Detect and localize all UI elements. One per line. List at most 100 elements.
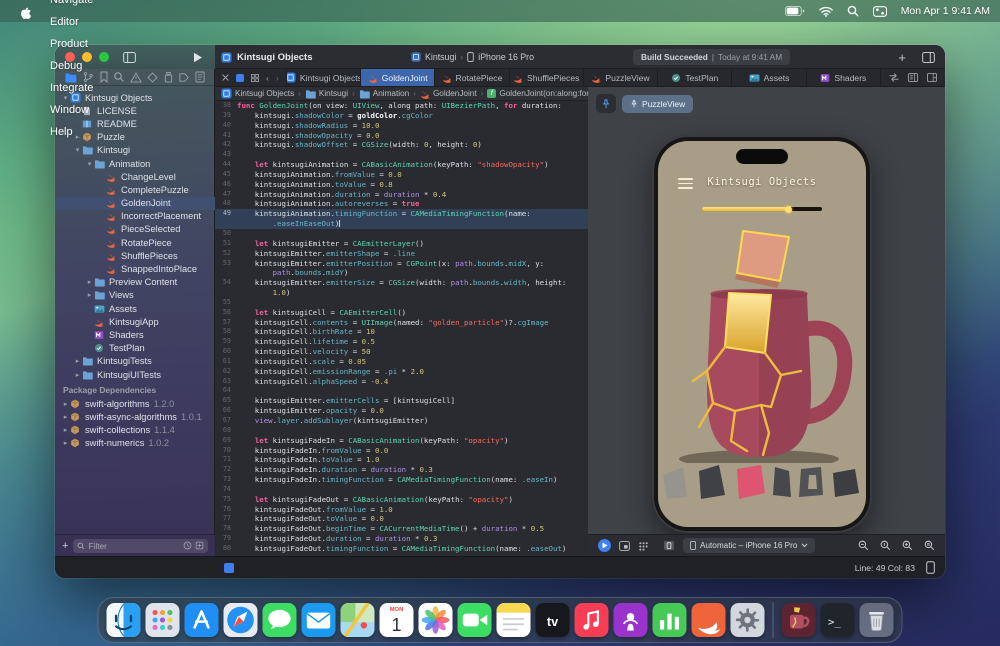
tab-shaders[interactable]: Shaders — [807, 69, 881, 86]
toggle-navigator-button[interactable] — [123, 52, 136, 63]
issues-icon[interactable] — [130, 72, 142, 83]
grid-icon[interactable] — [638, 541, 649, 551]
menu-integrate[interactable]: Integrate — [41, 77, 102, 99]
package-swift-algorithms[interactable]: ▸swift-algorithms1.2.0 — [55, 397, 215, 410]
dock-item-safari[interactable] — [224, 603, 258, 637]
disclosure-chevron[interactable]: ▸ — [85, 278, 94, 286]
battery-icon[interactable] — [785, 6, 805, 16]
disclosure-chevron[interactable]: ▸ — [73, 357, 82, 365]
apple-menu[interactable] — [10, 0, 41, 22]
spotlight-icon[interactable] — [847, 5, 859, 17]
breakpoints-toggle[interactable] — [224, 563, 234, 573]
breadcrumb-segment[interactable]: Animation — [359, 89, 409, 99]
breakpoints-icon[interactable] — [178, 72, 190, 83]
control-center-icon[interactable] — [873, 6, 887, 17]
tab-rotatepiece[interactable]: RotatePiece — [435, 69, 509, 86]
device-settings-icon[interactable] — [663, 540, 675, 551]
dock-item-podcasts[interactable] — [614, 603, 648, 637]
tree-item-completepuzzle[interactable]: CompletePuzzle — [55, 183, 215, 196]
wifi-icon[interactable] — [819, 6, 833, 17]
tree-item-snappedintoplace[interactable]: SnappedIntoPlace — [55, 262, 215, 275]
status-device-icon[interactable] — [926, 561, 935, 574]
dock-item-mail[interactable] — [302, 603, 336, 637]
tree-item-goldenjoint[interactable]: GoldenJoint — [55, 197, 215, 210]
dock-item-charts[interactable] — [653, 603, 687, 637]
dock-item-app-store[interactable] — [185, 603, 219, 637]
disclosure-chevron[interactable]: ▸ — [85, 291, 94, 299]
shard-6[interactable] — [833, 469, 859, 497]
tree-item-preview-content[interactable]: ▸Preview Content — [55, 276, 215, 289]
go-forward-button[interactable]: › — [276, 73, 279, 83]
menu-help[interactable]: Help — [41, 121, 102, 143]
jump-bar[interactable]: Kintsugi Objects›Kintsugi›Animation›Gold… — [215, 87, 588, 101]
tree-item-shaders[interactable]: Shaders — [55, 328, 215, 341]
disclosure-chevron[interactable]: ▸ — [73, 371, 82, 379]
tree-item-rotatepiece[interactable]: RotatePiece — [55, 236, 215, 249]
tree-item-incorrectplacement[interactable]: IncorrectPlacement — [55, 210, 215, 223]
tab-overview-icon[interactable] — [251, 74, 259, 82]
breadcrumb-segment[interactable]: fGoldenJoint(on:along:for:) — [487, 89, 588, 98]
pin-preview-button[interactable] — [596, 94, 616, 113]
library-button[interactable]: + — [898, 50, 906, 65]
dock-item-terminal[interactable]: >_ — [821, 603, 855, 637]
breadcrumb-segment[interactable]: Kintsugi Objects — [221, 88, 294, 99]
floating-puzzle-piece[interactable] — [735, 231, 789, 288]
tree-item-shufflepieces[interactable]: ShufflePieces — [55, 249, 215, 262]
tab-kintsugi-objects[interactable]: Kintsugi Objects — [287, 69, 361, 86]
tree-item-testplan[interactable]: TestPlan — [55, 342, 215, 355]
dock-item-photos[interactable] — [419, 603, 453, 637]
zoom-in-icon[interactable] — [902, 540, 913, 551]
activity-view[interactable]: Build Succeeded | Today at 9:41 AM — [633, 49, 790, 65]
package-swift-async-algorithms[interactable]: ▸swift-async-algorithms1.0.1 — [55, 410, 215, 423]
pinned-preview-tab[interactable]: PuzzleView — [622, 95, 693, 113]
dock-item-facetime[interactable] — [458, 603, 492, 637]
disclosure-chevron[interactable]: ▸ — [61, 400, 70, 408]
tree-item-kintsugiuitests[interactable]: ▸KintsugiUITests — [55, 368, 215, 381]
add-file-button[interactable]: + — [62, 540, 68, 552]
shard-4[interactable] — [773, 467, 791, 497]
breadcrumb-segment[interactable]: GoldenJoint — [420, 89, 477, 99]
dock-item-music[interactable] — [575, 603, 609, 637]
package-swift-collections[interactable]: ▸swift-collections1.1.4 — [55, 424, 215, 437]
tests-icon[interactable] — [147, 72, 158, 83]
tree-item-kintsugitests[interactable]: ▸KintsugiTests — [55, 355, 215, 368]
menu-window[interactable]: Window — [41, 99, 102, 121]
filter-scm-icon[interactable] — [195, 541, 204, 550]
shard-3[interactable] — [737, 465, 765, 499]
dock-item-playgrounds[interactable] — [692, 603, 726, 637]
shard-2[interactable] — [699, 465, 725, 499]
close-tab-icon[interactable] — [222, 74, 229, 81]
dock-item-trash[interactable] — [860, 603, 894, 637]
find-navigator-icon[interactable] — [113, 71, 125, 83]
dock-item-notes[interactable] — [497, 603, 531, 637]
tree-item-kintsugiapp[interactable]: KintsugiApp — [55, 315, 215, 328]
tab-goldenjoint[interactable]: GoldenJoint — [361, 69, 435, 86]
live-preview-button[interactable] — [598, 539, 611, 552]
dock-item-launchpad[interactable] — [146, 603, 180, 637]
tree-item-kintsugi[interactable]: ▾Kintsugi — [55, 144, 215, 157]
inspector-toggle-icon[interactable] — [922, 52, 935, 63]
dock-item-settings[interactable] — [731, 603, 765, 637]
disclosure-chevron[interactable]: ▸ — [61, 426, 70, 434]
pinned-tab-icon[interactable] — [236, 74, 244, 82]
zoom-fit-icon[interactable] — [924, 540, 935, 551]
project-title-group[interactable]: Kintsugi Objects — [221, 45, 312, 69]
gold-slot[interactable] — [725, 293, 771, 353]
tree-item-views[interactable]: ▸Views — [55, 289, 215, 302]
dock-item-tv[interactable]: tv — [536, 603, 570, 637]
source-editor[interactable]: 38func GoldenJoint(on view: UIView, alon… — [215, 101, 588, 556]
swap-editor-icon[interactable] — [889, 73, 899, 82]
tree-item-animation[interactable]: ▾Animation — [55, 157, 215, 170]
dock-item-finder[interactable] — [107, 603, 141, 637]
dock-item-maps[interactable] — [341, 603, 375, 637]
add-editor-icon[interactable] — [927, 73, 937, 82]
scheme-selector[interactable]: Kintsugi › iPhone 16 Pro — [411, 45, 534, 69]
go-back-button[interactable]: ‹ — [266, 73, 269, 83]
zoom-100-icon[interactable] — [880, 540, 891, 551]
filter-recent-icon[interactable] — [183, 541, 192, 550]
menu-clock[interactable]: Mon Apr 1 9:41 AM — [901, 5, 990, 17]
variants-icon[interactable] — [619, 541, 630, 551]
run-button[interactable] — [193, 52, 203, 63]
reports-icon[interactable] — [195, 71, 205, 83]
tree-item-pieceselected[interactable]: PieceSelected — [55, 223, 215, 236]
